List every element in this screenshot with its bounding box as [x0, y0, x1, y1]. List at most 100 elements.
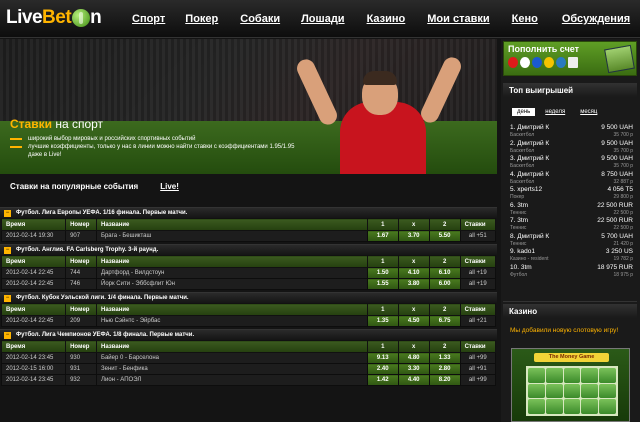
winner-row: 8. Дмитрий К 5 700 UAH Теннис 21 420 р	[510, 233, 633, 249]
all-bets-link[interactable]: all +19	[459, 267, 497, 279]
tab-day[interactable]: день	[512, 108, 536, 116]
odds-2-button[interactable]: 6.00	[428, 278, 461, 290]
odds-1-button[interactable]: 9.13	[366, 352, 399, 364]
odds-1-button[interactable]: 1.42	[366, 374, 399, 386]
winner-rub-amount: 35 700 р	[613, 147, 633, 154]
odds-x-button[interactable]: 4.40	[397, 374, 430, 386]
winner-game: Баскетбол	[510, 132, 535, 138]
event-name[interactable]: Йорк Сити - Эббсфлит Юн	[96, 278, 368, 290]
all-bets-link[interactable]: all +51	[459, 230, 497, 242]
event-name[interactable]: Брага - Бешикташ	[96, 230, 368, 242]
collapse-icon[interactable]: −	[4, 246, 11, 254]
odds-1-button[interactable]: 2.40	[366, 363, 399, 375]
event-group-header[interactable]: − Футбол. Кубок Уэльской лиги. 1/4 финала…	[0, 292, 497, 303]
event-time: 2012-02-14 19:30	[0, 230, 67, 242]
nav-dogs[interactable]: Собаки	[240, 13, 280, 25]
event-time: 2012-02-14 23:45	[0, 374, 67, 386]
odds-2-button[interactable]: 5.50	[428, 230, 461, 242]
odds-x-button[interactable]: 3.70	[397, 230, 430, 242]
event-name[interactable]: Зенит - Бенфика	[96, 363, 368, 375]
tab-week[interactable]: неделя	[540, 108, 570, 116]
tab-live[interactable]: Live!	[160, 182, 179, 191]
slot-reels	[526, 366, 618, 416]
odds-1-button[interactable]: 1.35	[366, 315, 399, 327]
winner-game: Баскетбол	[510, 163, 535, 169]
table-header-row: Время Номер Название 1 x 2 Ставки	[0, 255, 497, 268]
winner-amount: 5 700 UAH	[601, 232, 633, 240]
event-time: 2012-02-14 22:45	[0, 315, 67, 327]
winner-row: 7. 3tm 22 500 RUR Теннис 22 500 р	[510, 217, 633, 233]
event-name[interactable]: Нью Сэйнтс - Эйрбас	[96, 315, 368, 327]
odds-x-button[interactable]: 3.80	[397, 278, 430, 290]
col-number: Номер	[65, 218, 98, 231]
odds-x-button[interactable]: 3.30	[397, 363, 430, 375]
odds-x-button[interactable]: 4.80	[397, 352, 430, 364]
payment-icon	[568, 57, 578, 68]
event-group-header[interactable]: − Футбол. Лига Чемпионов УЕФА. 1/8 финала…	[0, 329, 497, 340]
collapse-icon[interactable]: −	[4, 331, 11, 339]
winner-game: Покер	[510, 194, 525, 200]
nav-keno[interactable]: Кено	[512, 13, 538, 25]
slot-game-thumbnail[interactable]: The Money Game	[511, 348, 630, 422]
winner-name: 5. xperts12	[510, 186, 543, 193]
collapse-icon[interactable]: −	[4, 294, 11, 302]
odds-2-button[interactable]: 2.80	[428, 363, 461, 375]
odds-2-button[interactable]: 6.75	[428, 315, 461, 327]
livebeton-logo[interactable]: Live Bet n	[6, 3, 102, 33]
winner-name: 1. Дмитрий К	[510, 124, 550, 131]
event-group-title: Футбол. Лига Европы УЕФА. 1/16 финала. П…	[16, 210, 188, 216]
col-name: Название	[96, 218, 368, 231]
all-bets-link[interactable]: all +99	[459, 374, 497, 386]
nav-sport[interactable]: Спорт	[132, 13, 165, 25]
col-odds-2: 2	[428, 218, 461, 231]
payment-icon	[532, 57, 542, 68]
deposit-banner[interactable]: Пополнить счет	[503, 41, 637, 76]
hero-bullet: широкий выбор мировых и российских спорт…	[10, 135, 300, 143]
odds-1-button[interactable]: 1.67	[366, 230, 399, 242]
winner-rub-amount: 22 500 р	[613, 209, 633, 216]
winner-name: 4. Дмитрий К	[510, 170, 550, 178]
tab-month[interactable]: месяц	[575, 108, 602, 116]
nav-discussions[interactable]: Обсуждения	[562, 13, 630, 25]
col-number: Номер	[65, 340, 98, 353]
table-header-row: Время Номер Название 1 x 2 Ставки	[0, 340, 497, 353]
col-bets: Ставки	[459, 303, 497, 316]
ball-icon	[72, 9, 91, 27]
odds-1-button[interactable]: 1.55	[366, 278, 399, 290]
col-odds-1: 1	[366, 255, 399, 268]
nav-poker[interactable]: Покер	[185, 13, 218, 25]
nav-casino[interactable]: Казино	[367, 13, 406, 25]
odds-2-button[interactable]: 6.10	[428, 267, 461, 279]
winner-name: 3. Дмитрий К	[510, 155, 550, 162]
event-time: 2012-02-15 16:00	[0, 363, 67, 375]
event-name[interactable]: Дартфорд - Вилдстоун	[96, 267, 368, 279]
hero-player-image	[294, 47, 464, 174]
payment-icon	[544, 57, 554, 68]
all-bets-link[interactable]: all +99	[459, 352, 497, 364]
odds-1-button[interactable]: 1.50	[366, 267, 399, 279]
all-bets-link[interactable]: all +91	[459, 363, 497, 375]
winner-row: 3. Дмитрий К 9 500 UAH Баскетбол 35 700 р	[510, 155, 633, 171]
event-name[interactable]: Байер 0 - Барселона	[96, 352, 368, 364]
nav-horses[interactable]: Лошади	[301, 13, 344, 25]
payment-icon	[520, 57, 530, 68]
tab-popular-events[interactable]: Ставки на популярные события	[10, 182, 138, 191]
all-bets-link[interactable]: all +19	[459, 278, 497, 290]
event-group-title: Футбол. Лига Чемпионов УЕФА. 1/8 финала.…	[16, 332, 195, 338]
odds-2-button[interactable]: 1.33	[428, 352, 461, 364]
col-odds-2: 2	[428, 255, 461, 268]
all-bets-link[interactable]: all +21	[459, 315, 497, 327]
event-group-header[interactable]: − Футбол. Лига Европы УЕФА. 1/16 финала. …	[0, 207, 497, 218]
col-bets: Ставки	[459, 340, 497, 353]
odds-x-button[interactable]: 4.10	[397, 267, 430, 279]
hero-banner[interactable]: Ставки на спорт широкий выбор мировых и …	[0, 39, 497, 174]
odds-x-button[interactable]: 4.50	[397, 315, 430, 327]
event-table: Время Номер Название 1 x 2 Ставки 2012-02-14 22…	[0, 255, 497, 290]
event-name[interactable]: Лион - АПОЭЛ	[96, 374, 368, 386]
event-group-header[interactable]: − Футбол. Англия. FA Carlsberg Trophy. 3-…	[0, 244, 497, 255]
odds-2-button[interactable]: 8.20	[428, 374, 461, 386]
winner-amount: 8 750 UAH	[601, 170, 633, 178]
winner-amount: 3 250 US	[605, 248, 633, 255]
collapse-icon[interactable]: −	[4, 209, 11, 217]
nav-my-bets[interactable]: Мои ставки	[427, 13, 489, 25]
